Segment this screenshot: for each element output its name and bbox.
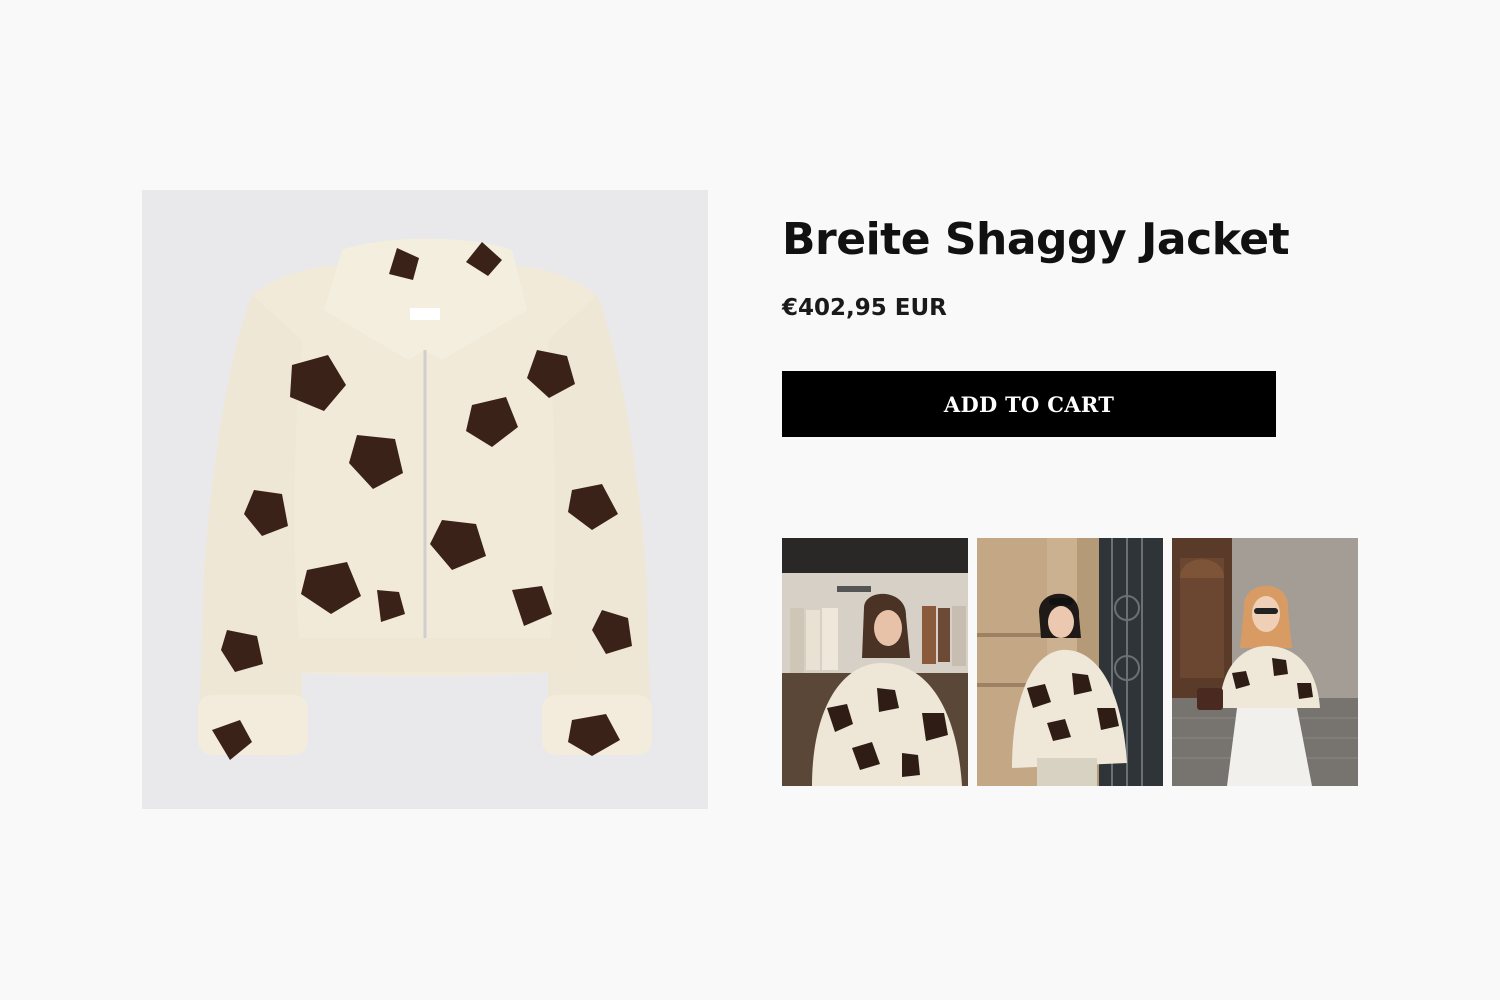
product-main-image[interactable] [142, 190, 708, 809]
product-title: Breite Shaggy Jacket [782, 214, 1290, 265]
thumbnail-model-showroom[interactable] [782, 538, 968, 786]
thumbnail-model-street[interactable] [1172, 538, 1358, 786]
add-to-cart-button[interactable]: ADD TO CART [782, 371, 1276, 437]
thumbnail-model-stone-wall[interactable] [977, 538, 1163, 786]
product-price: €402,95 EUR [782, 295, 947, 321]
